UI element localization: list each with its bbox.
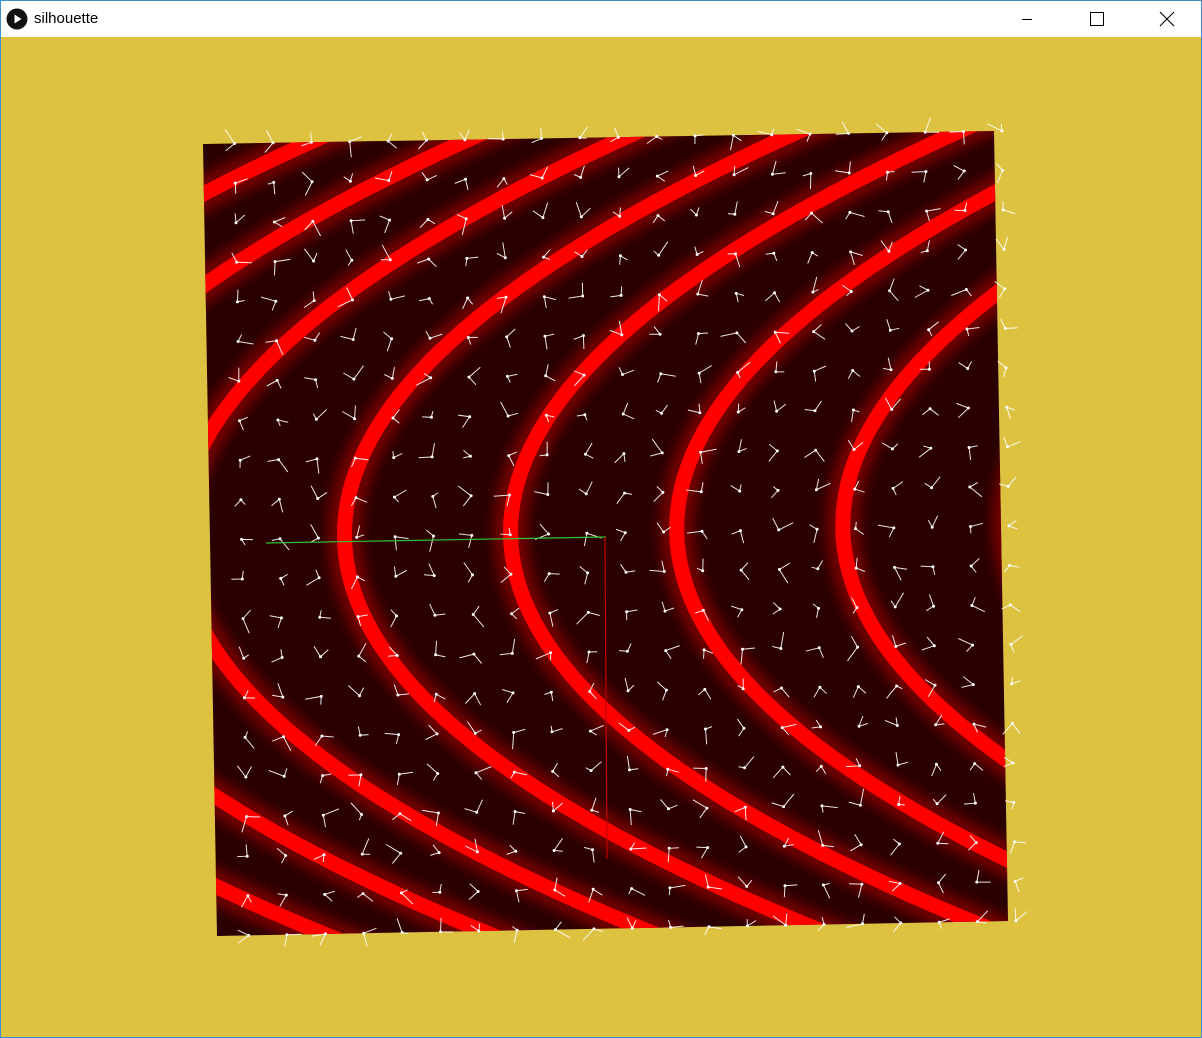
band-glow bbox=[991, 131, 1008, 936]
vector-glyph bbox=[923, 117, 940, 134]
vector-glyph bbox=[1003, 436, 1021, 449]
maximize-icon bbox=[1090, 12, 1104, 26]
vector-glyph bbox=[1014, 908, 1028, 923]
minimize-button[interactable] bbox=[1004, 1, 1050, 37]
title-bar[interactable]: silhouette bbox=[1, 1, 1201, 37]
vector-glyph bbox=[835, 121, 850, 135]
minimize-icon bbox=[1022, 19, 1032, 20]
maximize-button[interactable] bbox=[1073, 1, 1119, 37]
silhouette-scene[interactable] bbox=[1, 37, 1201, 1037]
window-title: silhouette bbox=[34, 10, 99, 27]
vector-glyph bbox=[311, 932, 327, 946]
vector-glyph bbox=[1005, 405, 1015, 420]
vector-glyph bbox=[1010, 676, 1021, 686]
vector-glyph bbox=[1004, 563, 1020, 573]
vector-glyph bbox=[1002, 721, 1021, 735]
vector-glyph bbox=[284, 933, 302, 947]
close-icon bbox=[1159, 11, 1175, 27]
vector-glyph bbox=[488, 131, 505, 141]
vector-glyph bbox=[578, 126, 588, 140]
app-window: silhouette bbox=[0, 0, 1202, 1038]
vector-glyph bbox=[1003, 756, 1015, 767]
vector-glyph bbox=[996, 163, 1005, 184]
band-glow bbox=[1175, 80, 1201, 947]
render-viewport[interactable] bbox=[1, 37, 1201, 1037]
vector-glyph bbox=[999, 476, 1017, 488]
vector-glyph bbox=[1007, 519, 1018, 530]
vector-glyph bbox=[997, 360, 1008, 378]
vector-glyph bbox=[1001, 603, 1021, 613]
vector-glyph bbox=[1001, 201, 1016, 215]
vector-glyph bbox=[1000, 318, 1018, 330]
vector-glyph bbox=[1010, 840, 1027, 854]
vector-glyph bbox=[1013, 877, 1024, 892]
field-plane bbox=[203, 80, 1201, 947]
vector-glyph bbox=[1005, 800, 1016, 810]
band-stripe bbox=[1001, 131, 1008, 936]
band-stripe bbox=[1175, 80, 1201, 947]
vector-glyph bbox=[1009, 635, 1023, 653]
vector-glyph bbox=[995, 236, 1009, 251]
vector-glyph bbox=[582, 927, 604, 941]
close-button[interactable] bbox=[1143, 1, 1189, 37]
play-circle-icon bbox=[6, 8, 28, 30]
vector-glyph bbox=[458, 129, 470, 142]
